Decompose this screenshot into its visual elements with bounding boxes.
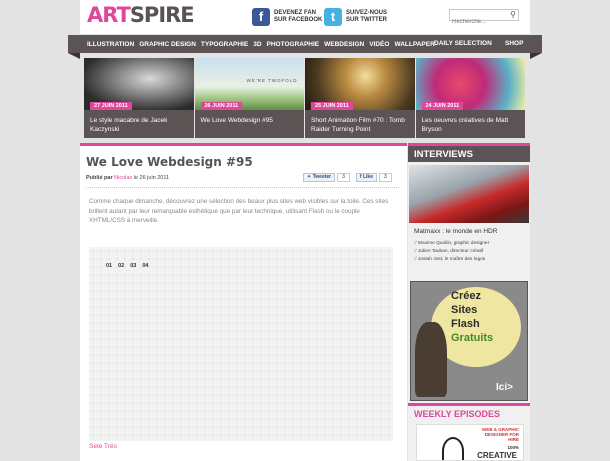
featured-caption: We Love Webdesign #95 bbox=[200, 117, 273, 124]
like-label: Like bbox=[362, 174, 373, 180]
nav-fold-right bbox=[530, 53, 542, 59]
interviews-header: INTERVIEWS bbox=[408, 143, 530, 162]
featured-date: 27 JUIN 2011 bbox=[90, 102, 132, 110]
twitter-line1: SUIVEZ-NOUS bbox=[346, 10, 388, 16]
nav-item-wallpaper[interactable]: WALLPAPER bbox=[394, 41, 434, 48]
weekly-episode-image[interactable]: WEB & GRAPHIC DESIGNER FOR HIRE 100% CRE… bbox=[416, 424, 524, 461]
interviews-heading: INTERVIEWS bbox=[414, 149, 473, 160]
interview-list: Maxime Quoilin, graphic designer Julien … bbox=[414, 240, 489, 264]
search-box: ⚲ bbox=[449, 9, 519, 27]
search-icon[interactable]: ⚲ bbox=[510, 10, 516, 20]
grid-column-label: 02 bbox=[118, 263, 125, 269]
share-buttons: ✦ Tweeter 3 f Like 3 bbox=[303, 173, 398, 182]
ad-line: Sites bbox=[451, 304, 478, 316]
ad-line: Flash bbox=[451, 318, 480, 330]
article-title[interactable]: We Love Webdesign #95 bbox=[86, 155, 253, 169]
weekly-illustration bbox=[442, 437, 464, 460]
facebook-small-icon: f bbox=[359, 174, 362, 180]
twitter-icon: t bbox=[324, 8, 342, 26]
grid-column-label: 01 bbox=[106, 263, 113, 269]
grid-column-label: 03 bbox=[130, 263, 137, 269]
interview-list-item[interactable]: Julien Tauban, directeur créatif bbox=[414, 248, 489, 256]
logo-spire: SPIRE bbox=[129, 3, 195, 27]
interview-title[interactable]: Matmaxx : le monde en HDR bbox=[414, 228, 497, 235]
like-button[interactable]: f Like bbox=[355, 173, 377, 182]
facebook-link[interactable]: f DEVENEZ FAN SUR FACEBOOK bbox=[252, 8, 322, 26]
nav-item-3d[interactable]: 3D bbox=[253, 41, 261, 48]
author-link[interactable]: Nicolas bbox=[114, 175, 132, 181]
nav-item-shop[interactable]: SHOP bbox=[505, 35, 523, 53]
site-header: ARTSPIRE f DEVENEZ FAN SUR FACEBOOK t SU… bbox=[80, 0, 530, 34]
nav-item-graphic-design[interactable]: GRAPHIC DESIGN bbox=[139, 41, 196, 48]
featured-caption: Le style macabre de Jacek Kaczynski bbox=[90, 117, 168, 133]
grid-column-label: 04 bbox=[142, 263, 149, 269]
twitter-small-icon: ✦ bbox=[307, 174, 312, 180]
featured-date: 26 JUIN 2011 bbox=[200, 102, 243, 110]
article-intro: Comme chaque dimanche, découvrez une sél… bbox=[89, 198, 389, 224]
twitter-line2: SUR TWITTER bbox=[346, 17, 387, 23]
tweet-label: Tweeter bbox=[312, 174, 332, 180]
weekly-episodes-header: WEEKLY EPISODES bbox=[408, 403, 530, 421]
nav-item-typographie[interactable]: TYPOGRAPHIE bbox=[201, 41, 248, 48]
featured-date: 25 JUIN 2011 bbox=[311, 102, 353, 110]
ad-portrait bbox=[415, 322, 447, 397]
advertisement-banner[interactable]: Créez Sites Flash Gratuits Ici> bbox=[410, 281, 528, 401]
featured-image-text: WE'RE TWOFOLD bbox=[246, 78, 298, 83]
site-link[interactable]: Sete Trés bbox=[89, 443, 117, 450]
search-input[interactable] bbox=[450, 17, 504, 27]
divider bbox=[86, 187, 399, 188]
facebook-line1: DEVENEZ FAN bbox=[274, 10, 317, 16]
weekly-poster-number: 100% bbox=[507, 445, 519, 450]
meta-prefix: Publié par bbox=[86, 175, 113, 181]
nav-item-webdesign[interactable]: WEBDESIGN bbox=[324, 41, 364, 48]
featured-caption: Les oeuvres créatives de Matt Bryson bbox=[421, 117, 509, 133]
article-meta: Publié par Nicolas le 26 juin 2011 bbox=[86, 175, 169, 181]
featured-card[interactable]: WE'RE TWOFOLD 26 JUIN 2011 We Love Webde… bbox=[194, 58, 304, 138]
featured-strip: 27 JUIN 2011 Le style macabre de Jacek K… bbox=[84, 58, 526, 138]
weekly-heading: WEEKLY EPISODES bbox=[414, 409, 501, 419]
weekly-poster-word: CREATIVE bbox=[477, 451, 517, 460]
ad-line: Créez bbox=[451, 290, 481, 302]
main-nav: ILLUSTRATION GRAPHIC DESIGN TYPOGRAPHIE … bbox=[68, 35, 542, 59]
logo-art: ART bbox=[87, 3, 131, 27]
tweet-count: 3 bbox=[337, 173, 350, 182]
interview-image[interactable] bbox=[409, 165, 529, 223]
featured-card[interactable]: 27 JUIN 2011 Le style macabre de Jacek K… bbox=[84, 58, 194, 138]
interview-list-item[interactable]: Maxime Quoilin, graphic designer bbox=[414, 240, 489, 248]
facebook-icon: f bbox=[252, 8, 270, 26]
sidebar: INTERVIEWS Matmaxx : le monde en HDR Max… bbox=[408, 143, 530, 461]
nav-fold-left bbox=[68, 53, 80, 59]
featured-card[interactable]: 24 JUIN 2011 Les oeuvres créatives de Ma… bbox=[415, 58, 525, 138]
featured-date: 24 JUIN 2011 bbox=[421, 102, 464, 110]
featured-caption: Short Animation Film #70 : Tomb Raider T… bbox=[311, 117, 405, 133]
meta-date: le 26 juin 2011 bbox=[133, 175, 170, 181]
nav-item-video[interactable]: VIDÉO bbox=[369, 41, 389, 48]
like-count: 3 bbox=[378, 173, 392, 182]
tweet-button[interactable]: ✦ Tweeter bbox=[303, 173, 336, 182]
facebook-line2: SUR FACEBOOK bbox=[274, 17, 323, 23]
nav-item-daily-selection[interactable]: DAILY SELECTION bbox=[434, 35, 492, 53]
interview-list-item[interactable]: Josiah Jost, le maître des logos bbox=[414, 256, 489, 264]
ad-line: Gratuits bbox=[451, 332, 494, 344]
site-logo[interactable]: ARTSPIRE bbox=[87, 3, 195, 27]
weekly-poster-text: WEB & GRAPHIC DESIGNER FOR HIRE bbox=[482, 427, 519, 442]
featured-card[interactable]: 25 JUIN 2011 Short Animation Film #70 : … bbox=[305, 58, 415, 138]
ad-cta[interactable]: Ici> bbox=[496, 382, 513, 393]
grid-column-labels: 01 02 03 04 bbox=[106, 263, 155, 269]
nav-item-illustration[interactable]: ILLUSTRATION bbox=[87, 41, 134, 48]
twitter-link[interactable]: t SUIVEZ-NOUS SUR TWITTER bbox=[324, 8, 387, 26]
website-showcase-grid: 01 02 03 04 bbox=[89, 247, 393, 441]
nav-item-photographie[interactable]: PHOTOGRAPHIE bbox=[267, 41, 320, 48]
article: We Love Webdesign #95 Publié par Nicolas… bbox=[80, 143, 407, 461]
